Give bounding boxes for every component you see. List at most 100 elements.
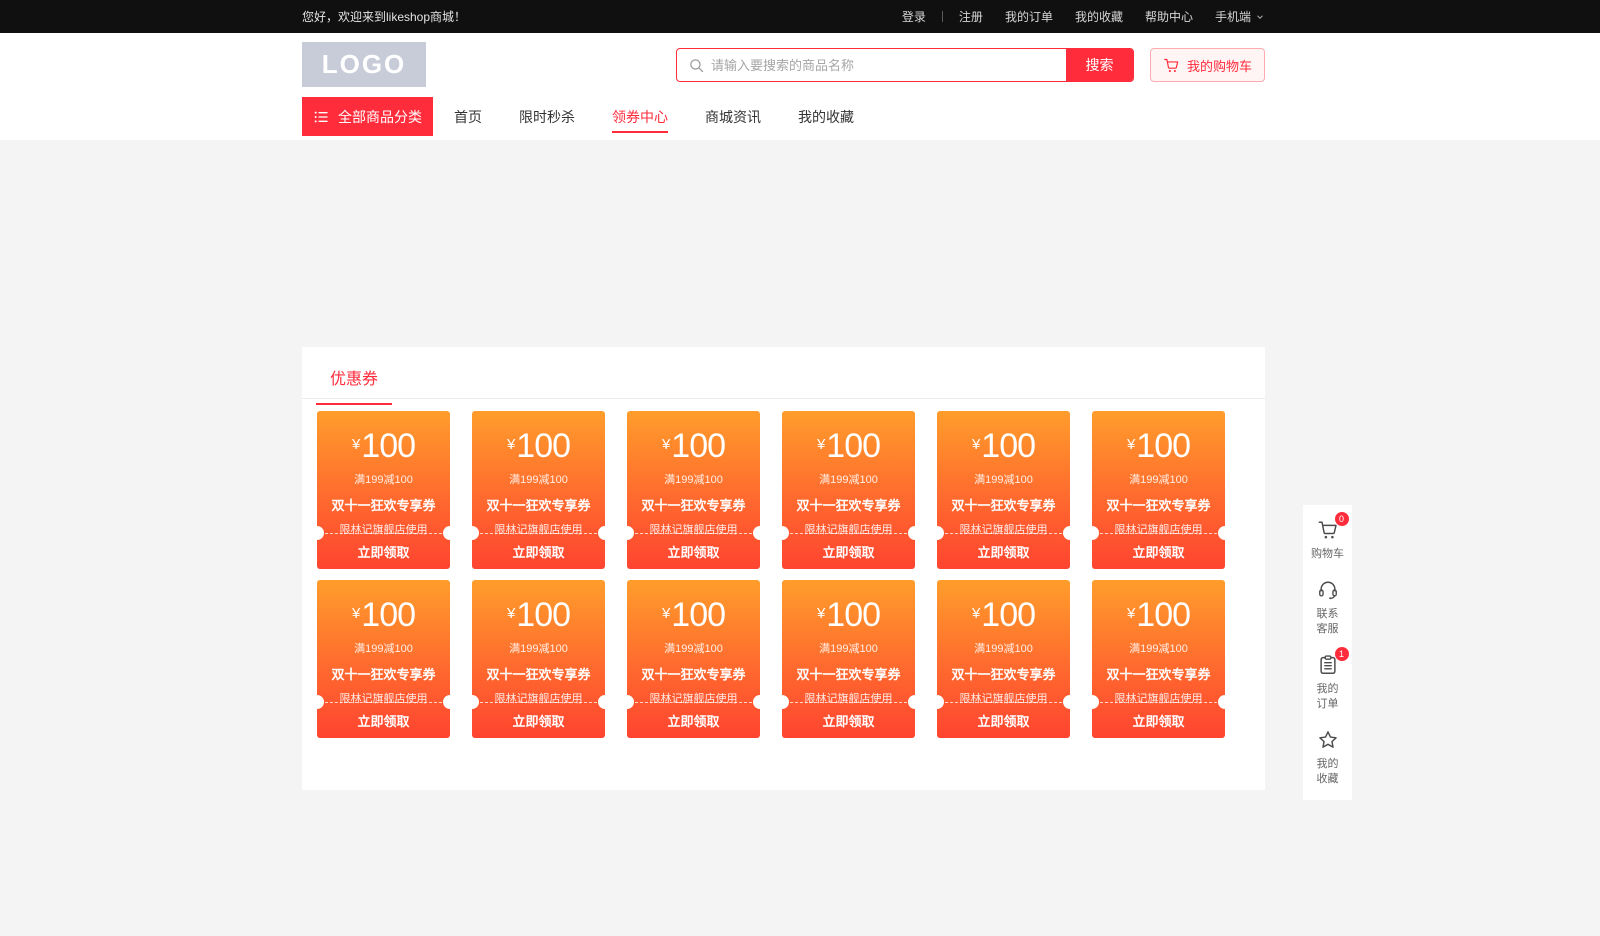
search-icon (688, 57, 705, 74)
amount-value: 100 (1136, 427, 1190, 465)
claim-coupon-button[interactable]: 立即领取 (317, 703, 450, 738)
order-icon: 1 (1316, 653, 1340, 677)
amount-value: 100 (826, 427, 880, 465)
currency-symbol: ¥ (507, 436, 515, 453)
currency-symbol: ¥ (352, 605, 360, 622)
amount-value: 100 (826, 596, 880, 634)
search-bar: 搜索 (676, 48, 1134, 82)
coupon-condition: 满199减100 (317, 640, 450, 656)
coupon-name: 双十一狂欢专享券 (317, 495, 450, 514)
claim-coupon-button[interactable]: 立即领取 (627, 703, 760, 738)
coupon-name: 双十一狂欢专享券 (627, 664, 760, 683)
claim-coupon-button[interactable]: 立即领取 (937, 703, 1070, 738)
search-input[interactable] (677, 49, 1066, 81)
coupon-name: 双十一狂欢专享券 (937, 495, 1070, 514)
coupon-condition: 满199减100 (782, 471, 915, 487)
claim-coupon-button[interactable]: 立即领取 (472, 534, 605, 569)
floating-sidebar: 0 购物车 联系客服 1 我的订单 我的收藏 (1303, 505, 1352, 800)
currency-symbol: ¥ (1127, 605, 1135, 622)
nav-tabs: 首页 限时秒杀 领券中心 商城资讯 我的收藏 (454, 97, 854, 136)
claim-coupon-button[interactable]: 立即领取 (782, 703, 915, 738)
coupon-panel-header: 优惠券 (302, 347, 1265, 399)
claim-coupon-button[interactable]: 立即领取 (472, 703, 605, 738)
topbar: 您好，欢迎来到likeshop商城！ 登录 注册 我的订单 我的收藏 帮助中心 … (0, 0, 1600, 33)
coupon-panel: 优惠券 ¥100 满199减100 双十一狂欢专享券 限林记旗舰店使用 立即领取… (302, 347, 1265, 790)
currency-symbol: ¥ (972, 605, 980, 622)
coupon-amount: ¥100 (317, 427, 450, 464)
coupon-amount: ¥100 (782, 427, 915, 464)
nav-tab[interactable]: 限时秒杀 (519, 97, 575, 136)
cart-icon (1163, 57, 1180, 74)
topbar-links: 登录 注册 我的订单 我的收藏 帮助中心 手机端 (902, 8, 1265, 25)
headset-icon (1316, 578, 1340, 602)
all-categories-button[interactable]: 全部商品分类 (302, 97, 433, 136)
coupon-name: 双十一狂欢专享券 (317, 664, 450, 683)
search-button[interactable]: 搜索 (1066, 49, 1133, 81)
coupon-amount: ¥100 (472, 427, 605, 464)
amount-value: 100 (671, 596, 725, 634)
coupon-grid: ¥100 满199减100 双十一狂欢专享券 限林记旗舰店使用 立即领取 ¥10… (302, 399, 1265, 738)
coupon-card: ¥100 满199减100 双十一狂欢专享券 限林记旗舰店使用 立即领取 (317, 411, 450, 569)
coupon-name: 双十一狂欢专享券 (627, 495, 760, 514)
sidebar-item-cart[interactable]: 0 购物车 (1311, 509, 1344, 569)
amount-value: 100 (981, 596, 1035, 634)
coupon-amount: ¥100 (937, 427, 1070, 464)
coupon-card: ¥100 满199减100 双十一狂欢专享券 限林记旗舰店使用 立即领取 (472, 411, 605, 569)
claim-coupon-button[interactable]: 立即领取 (1092, 534, 1225, 569)
claim-coupon-button[interactable]: 立即领取 (1092, 703, 1225, 738)
coupon-name: 双十一狂欢专享券 (472, 664, 605, 683)
orders-badge: 1 (1335, 647, 1349, 661)
logo[interactable]: LOGO (302, 42, 426, 87)
my-orders-link[interactable]: 我的订单 (1005, 8, 1053, 25)
coupon-amount: ¥100 (937, 596, 1070, 633)
coupon-card: ¥100 满199减100 双十一狂欢专享券 限林记旗舰店使用 立即领取 (1092, 411, 1225, 569)
sidebar-item-customer-service[interactable]: 联系客服 (1316, 569, 1340, 644)
claim-coupon-button[interactable]: 立即领取 (937, 534, 1070, 569)
currency-symbol: ¥ (507, 605, 515, 622)
coupon-card: ¥100 满199减100 双十一狂欢专享券 限林记旗舰店使用 立即领取 (937, 411, 1070, 569)
nav-tab[interactable]: 首页 (454, 97, 482, 136)
amount-value: 100 (981, 427, 1035, 465)
cart-button[interactable]: 我的购物车 (1150, 48, 1265, 82)
currency-symbol: ¥ (817, 436, 825, 453)
coupon-condition: 满199减100 (317, 471, 450, 487)
claim-coupon-button[interactable]: 立即领取 (627, 534, 760, 569)
sidebar-item-label: 联系客服 (1317, 607, 1339, 637)
sidebar-item-my-favorites[interactable]: 我的收藏 (1316, 719, 1340, 794)
coupon-condition: 满199减100 (627, 471, 760, 487)
coupon-condition: 满199减100 (1092, 640, 1225, 656)
nav-tab[interactable]: 我的收藏 (798, 97, 854, 136)
currency-symbol: ¥ (352, 436, 360, 453)
amount-value: 100 (361, 427, 415, 465)
coupon-amount: ¥100 (1092, 596, 1225, 633)
coupon-name: 双十一狂欢专享券 (937, 664, 1070, 683)
register-link[interactable]: 注册 (959, 8, 983, 25)
sidebar-item-my-orders[interactable]: 1 我的订单 (1316, 644, 1340, 719)
cart-badge: 0 (1335, 512, 1349, 526)
mobile-link-label: 手机端 (1215, 8, 1251, 25)
coupon-card: ¥100 满199减100 双十一狂欢专享券 限林记旗舰店使用 立即领取 (627, 411, 760, 569)
coupon-name: 双十一狂欢专享券 (1092, 495, 1225, 514)
nav-tab[interactable]: 商城资讯 (705, 97, 761, 136)
currency-symbol: ¥ (972, 436, 980, 453)
my-favorites-link[interactable]: 我的收藏 (1075, 8, 1123, 25)
mobile-link[interactable]: 手机端 (1215, 8, 1265, 25)
currency-symbol: ¥ (662, 436, 670, 453)
coupon-card: ¥100 满199减100 双十一狂欢专享券 限林记旗舰店使用 立即领取 (472, 580, 605, 738)
amount-value: 100 (1136, 596, 1190, 634)
claim-coupon-button[interactable]: 立即领取 (317, 534, 450, 569)
claim-coupon-button[interactable]: 立即领取 (782, 534, 915, 569)
amount-value: 100 (516, 427, 570, 465)
coupon-tab-title[interactable]: 优惠券 (330, 365, 378, 389)
help-center-link[interactable]: 帮助中心 (1145, 8, 1193, 25)
all-categories-label: 全部商品分类 (338, 107, 422, 127)
amount-value: 100 (361, 596, 415, 634)
nav-tab[interactable]: 领券中心 (612, 97, 668, 136)
login-link[interactable]: 登录 (902, 8, 926, 25)
coupon-card: ¥100 满199减100 双十一狂欢专享券 限林记旗舰店使用 立即领取 (782, 580, 915, 738)
coupon-condition: 满199减100 (782, 640, 915, 656)
coupon-card: ¥100 满199减100 双十一狂欢专享券 限林记旗舰店使用 立即领取 (317, 580, 450, 738)
coupon-name: 双十一狂欢专享券 (782, 664, 915, 683)
coupon-card: ¥100 满199减100 双十一狂欢专享券 限林记旗舰店使用 立即领取 (627, 580, 760, 738)
coupon-amount: ¥100 (472, 596, 605, 633)
